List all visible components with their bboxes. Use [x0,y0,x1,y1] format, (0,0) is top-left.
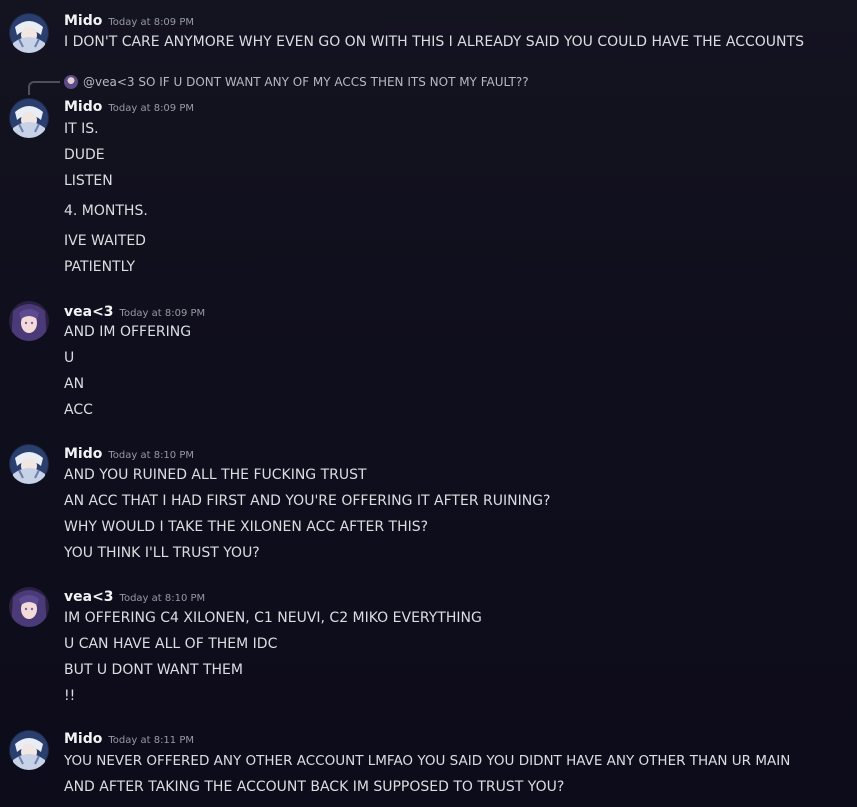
message-text: U [64,350,75,366]
message-text: AND YOU RUINED ALL THE FUCKING TRUST [64,467,367,483]
message-text: IVE WAITED [64,233,146,249]
avatar[interactable] [9,13,49,53]
message-text: IT IS. [64,121,99,137]
message-text: U CAN HAVE ALL OF THEM IDC [64,636,278,652]
message-text: AND IM OFFERING [64,324,192,340]
message-timestamp[interactable]: Today at 8:09 PM [108,17,194,28]
avatar-image [9,13,49,53]
avatar-image [9,730,49,770]
message-text: !! [64,688,76,704]
message-header: Mido Today at 8:09 PM [64,97,194,118]
message-header: Mido Today at 8:09 PM [64,11,194,32]
message-text: WHY WOULD I TAKE THE XILONEN ACC AFTER T… [64,519,429,535]
reply-spine [28,81,60,95]
avatar-image [9,587,49,627]
message-text: YOU THINK I'LL TRUST YOU? [64,545,260,561]
avatar[interactable] [9,98,49,138]
author-name[interactable]: Mido [64,99,102,115]
message-text: PATIENTLY [64,259,136,275]
message-text: BUT U DONT WANT THEM [64,662,243,678]
message-text: ACC [64,402,93,418]
avatar[interactable] [9,444,49,484]
message-text: DUDE [64,147,105,163]
message-timestamp[interactable]: Today at 8:10 PM [120,593,206,604]
chat-message-list: Mido Today at 8:09 PM I DON'T CARE ANYMOR… [0,0,857,807]
avatar[interactable] [9,730,49,770]
message-text: YOU NEVER OFFERED ANY OTHER ACCOUNT LMFA… [64,753,791,769]
reply-content: SO IF U DONT WANT ANY OF MY ACCS THEN IT… [138,75,529,89]
message-timestamp[interactable]: Today at 8:10 PM [108,450,194,461]
avatar[interactable] [9,301,49,341]
message-header: vea<3 Today at 8:10 PM [64,587,205,608]
message-text: LISTEN [64,173,113,189]
message-timestamp[interactable]: Today at 8:09 PM [120,308,206,319]
message-text: AND AFTER TAKING THE ACCOUNT BACK IM SUP… [64,779,565,795]
author-name[interactable]: Mido [64,731,102,747]
avatar-image [9,301,49,341]
avatar[interactable] [9,587,49,627]
avatar-image [9,98,49,138]
author-name[interactable]: vea<3 [64,304,114,320]
reply-avatar [64,75,78,89]
author-name[interactable]: vea<3 [64,589,114,605]
message-header: vea<3 Today at 8:09 PM [64,302,205,323]
reply-mention: @vea<3 [83,75,135,89]
message-header: Mido Today at 8:11 PM [64,729,194,750]
message-text: AN [64,376,85,392]
message-text: 4. MONTHS. [64,203,148,219]
author-name[interactable]: Mido [64,13,102,29]
message-text: I DON'T CARE ANYMORE WHY EVEN GO ON WITH… [64,34,804,50]
author-name[interactable]: Mido [64,446,102,462]
message-timestamp[interactable]: Today at 8:09 PM [108,103,194,114]
message-timestamp[interactable]: Today at 8:11 PM [108,735,194,746]
avatar-image [9,444,49,484]
message-text: IM OFFERING C4 XILONEN, C1 NEUVI, C2 MIK… [64,610,482,626]
reply-text[interactable]: @vea<3 SO IF U DONT WANT ANY OF MY ACCS … [83,74,529,90]
message-header: Mido Today at 8:10 PM [64,444,194,465]
message-text: AN ACC THAT I HAD FIRST AND YOU'RE OFFER… [64,493,551,509]
